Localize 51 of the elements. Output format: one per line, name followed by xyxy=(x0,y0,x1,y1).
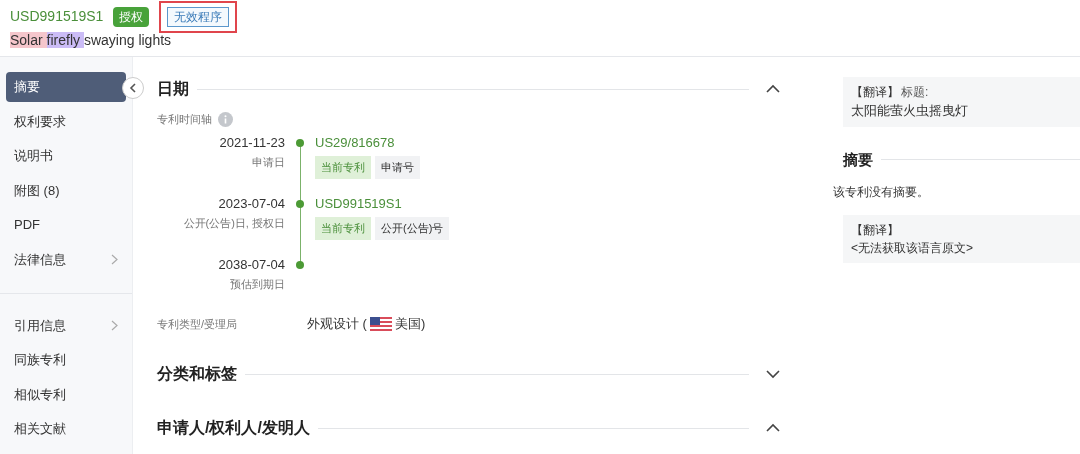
timeline-tag: 公开(公告)号 xyxy=(375,217,450,240)
sidebar-item[interactable]: 引用信息 xyxy=(6,310,126,341)
sidebar-item[interactable]: 摘要 xyxy=(6,72,126,102)
timeline-date: 2023-07-04 xyxy=(218,195,285,213)
procedure-tag: 无效程序 xyxy=(167,6,230,27)
office-value: 美国) xyxy=(394,315,426,334)
section-title: 申请人/权利人/发明人 xyxy=(157,418,310,438)
timeline-tag: 当前专利 xyxy=(315,156,371,179)
timeline-caption: 公开(公告)日, 授权日 xyxy=(183,216,285,231)
section-title: 分类和标签 xyxy=(157,364,237,384)
chevron-right-icon xyxy=(111,320,118,331)
timeline-tag: 当前专利 xyxy=(315,217,371,240)
timeline-label: 专利时间轴 xyxy=(157,111,212,127)
translated-title: 太阳能萤火虫摇曳灯 xyxy=(851,102,969,120)
abstract-heading: 摘要 xyxy=(843,149,873,170)
translation-label: 【翻译】 xyxy=(851,84,899,101)
timeline-dot xyxy=(296,139,304,147)
section-title: 日期 xyxy=(157,79,189,99)
sidebar-item[interactable]: 权利要求 xyxy=(6,106,126,137)
translation-text: <无法获取该语言原文> xyxy=(851,240,974,257)
sidebar-item[interactable]: 说明书 xyxy=(6,141,126,171)
sidebar-item[interactable]: 相关文献 xyxy=(6,414,126,444)
abstract-text: 该专利没有摘要。 xyxy=(833,184,930,201)
collapse-sidebar-button[interactable] xyxy=(122,77,144,99)
timeline-date: 2038-07-04 xyxy=(218,256,285,274)
sidebar-item[interactable]: 法律信息 xyxy=(6,244,126,275)
timeline-dot xyxy=(296,200,304,208)
timeline-dot xyxy=(296,261,304,269)
collapse-icon[interactable] xyxy=(765,84,781,94)
timeline-date: 2021-11-23 xyxy=(219,134,285,152)
patent-type-label: 专利类型/受理局 xyxy=(157,316,239,332)
timeline-caption: 申请日 xyxy=(252,155,285,170)
chevron-right-icon xyxy=(111,254,118,265)
sidebar-item[interactable]: 同族专利 xyxy=(6,345,126,375)
sidebar-item[interactable]: 相似专利 xyxy=(6,379,126,410)
patent-type-value: 外观设计 ( xyxy=(307,315,367,334)
status-badge: 授权 xyxy=(113,6,150,27)
flag-icon xyxy=(369,317,392,331)
field-label: 标题: xyxy=(901,84,929,101)
patent-title: Solar firefly swaying lights xyxy=(10,31,173,50)
timeline-tag: 申请号 xyxy=(375,156,420,179)
translation-label: 【翻译】 xyxy=(851,222,900,239)
collapse-icon[interactable] xyxy=(765,423,781,433)
sidebar-item[interactable]: 附图 (8) xyxy=(6,175,126,206)
chevron-left-icon xyxy=(129,83,137,93)
timeline-caption: 预估到期日 xyxy=(230,277,285,292)
patent-link[interactable]: USD991519S1 xyxy=(315,194,450,214)
sidebar-item[interactable]: PDF xyxy=(6,210,126,240)
patent-link[interactable]: US29/816678 xyxy=(315,133,420,153)
expand-icon[interactable] xyxy=(765,369,781,379)
patent-number: USD991519S1 xyxy=(10,7,104,26)
